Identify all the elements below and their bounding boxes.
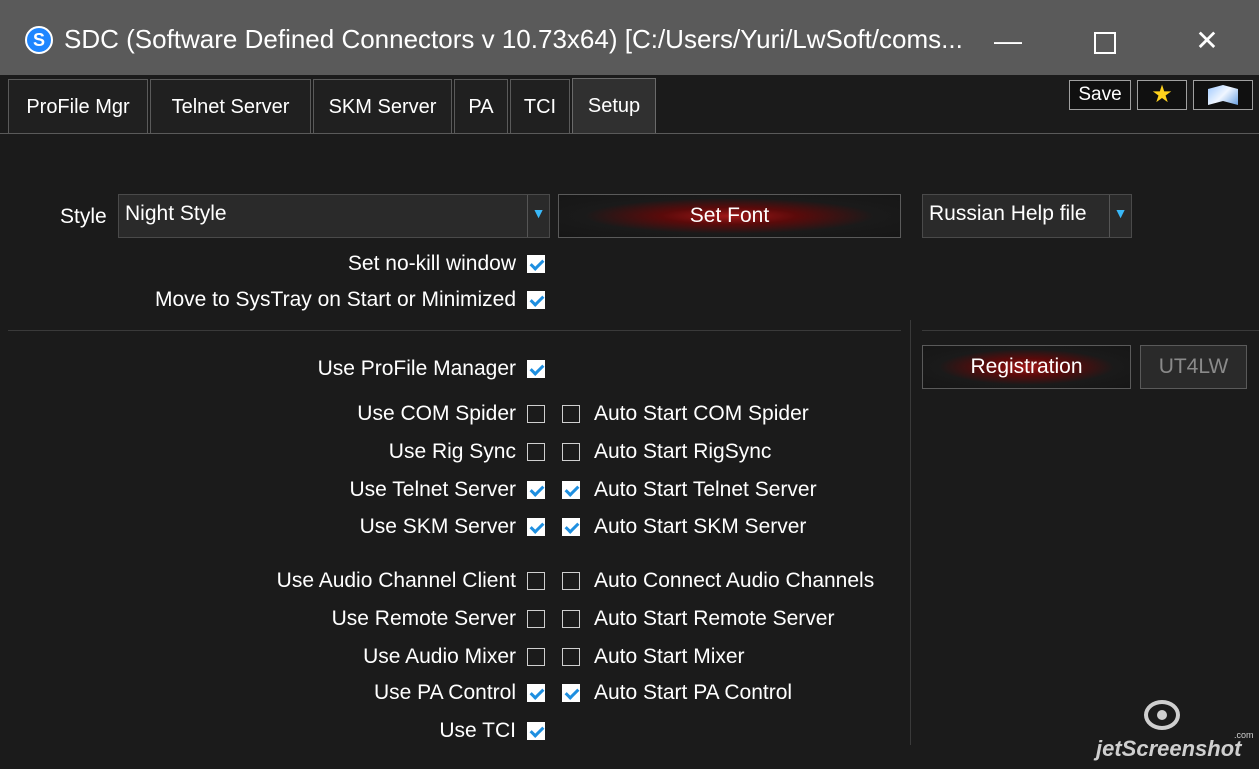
help-file-select-value: Russian Help file — [929, 202, 1087, 225]
auto-start-pa-control-checkbox[interactable] — [562, 684, 580, 702]
use-pa-control-label: Use PA Control — [373, 681, 516, 704]
use-tci-checkbox[interactable] — [527, 722, 545, 740]
maximize-button[interactable] — [1073, 16, 1137, 66]
tab-setup[interactable]: Setup — [572, 78, 656, 134]
no-kill-label: Set no-kill window — [347, 252, 516, 275]
style-select-value: Night Style — [125, 202, 227, 225]
set-font-button[interactable]: Set Font — [558, 194, 901, 238]
book-icon — [1208, 85, 1238, 105]
no-kill-checkbox[interactable] — [527, 255, 545, 273]
title-bar: S SDC (Software Defined Connectors v 10.… — [0, 0, 1259, 75]
star-icon: ★ — [1151, 81, 1173, 108]
maximize-icon — [1094, 31, 1116, 54]
style-label: Style — [60, 205, 107, 228]
section-divider — [922, 330, 1259, 331]
use-telnet-server-checkbox[interactable] — [527, 481, 545, 499]
use-remote-server-checkbox[interactable] — [527, 610, 545, 628]
auto-start-rigsync-label: Auto Start RigSync — [594, 440, 772, 463]
chevron-down-icon[interactable]: ▼ — [1109, 195, 1131, 237]
use-skm-server-checkbox[interactable] — [527, 518, 545, 536]
minimize-button[interactable]: — — [976, 16, 1040, 66]
tab-pa[interactable]: PA — [454, 79, 508, 133]
auto-start-remote-server-checkbox[interactable] — [562, 610, 580, 628]
tab-telnet-server[interactable]: Telnet Server — [150, 79, 311, 133]
use-com-spider-checkbox[interactable] — [527, 405, 545, 423]
auto-start-pa-control-label: Auto Start PA Control — [594, 681, 793, 704]
auto-connect-audio-channels-label: Auto Connect Audio Channels — [594, 569, 875, 592]
window-title: SDC (Software Defined Connectors v 10.73… — [64, 24, 963, 54]
use-rig-sync-checkbox[interactable] — [527, 443, 545, 461]
auto-start-mixer-label: Auto Start Mixer — [594, 645, 745, 668]
use-telnet-server-label: Use Telnet Server — [349, 478, 516, 501]
registration-button[interactable]: Registration — [922, 345, 1131, 389]
auto-start-com-spider-checkbox[interactable] — [562, 405, 580, 423]
auto-connect-audio-channels-checkbox[interactable] — [562, 572, 580, 590]
auto-start-com-spider-label: Auto Start COM Spider — [594, 402, 809, 425]
close-button[interactable]: ✕ — [1175, 16, 1239, 66]
column-divider — [910, 320, 911, 745]
favorite-button[interactable]: ★ — [1137, 80, 1187, 110]
use-audio-channel-client-checkbox[interactable] — [527, 572, 545, 590]
use-pa-control-checkbox[interactable] — [527, 684, 545, 702]
use-skm-server-label: Use SKM Server — [359, 515, 516, 538]
use-audio-channel-client-label: Use Audio Channel Client — [276, 569, 516, 592]
tab-profile-mgr[interactable]: ProFile Mgr — [8, 79, 148, 133]
watermark-text: jetScreenshot — [1096, 736, 1242, 761]
section-divider — [8, 330, 901, 331]
tab-tci[interactable]: TCI — [510, 79, 570, 133]
systray-label: Move to SysTray on Start or Minimized — [155, 288, 516, 311]
auto-start-telnet-server-checkbox[interactable] — [562, 481, 580, 499]
profile-manager-label: Use ProFile Manager — [317, 357, 516, 380]
auto-start-rigsync-checkbox[interactable] — [562, 443, 580, 461]
help-file-select[interactable]: Russian Help file ▼ — [922, 194, 1132, 238]
style-select[interactable]: Night Style ▼ — [118, 194, 550, 238]
app-icon[interactable]: S — [25, 26, 53, 54]
watermark-logo-icon — [1144, 700, 1180, 730]
callsign-field[interactable]: UT4LW — [1140, 345, 1247, 389]
use-rig-sync-label: Use Rig Sync — [388, 440, 516, 463]
chevron-down-icon[interactable]: ▼ — [527, 195, 549, 237]
use-audio-mixer-checkbox[interactable] — [527, 648, 545, 666]
auto-start-skm-server-label: Auto Start SKM Server — [594, 515, 807, 538]
help-book-button[interactable] — [1193, 80, 1253, 110]
use-remote-server-label: Use Remote Server — [331, 607, 516, 630]
watermark: .com jetScreenshot — [1096, 700, 1254, 765]
use-audio-mixer-label: Use Audio Mixer — [363, 645, 516, 668]
auto-start-telnet-server-label: Auto Start Telnet Server — [594, 478, 817, 501]
auto-start-skm-server-checkbox[interactable] — [562, 518, 580, 536]
save-button[interactable]: Save — [1069, 80, 1131, 110]
auto-start-mixer-checkbox[interactable] — [562, 648, 580, 666]
use-com-spider-label: Use COM Spider — [357, 402, 516, 425]
use-tci-label: Use TCI — [439, 719, 516, 742]
profile-manager-checkbox[interactable] — [527, 360, 545, 378]
auto-start-remote-server-label: Auto Start Remote Server — [594, 607, 835, 630]
systray-checkbox[interactable] — [527, 291, 545, 309]
tab-skm-server[interactable]: SKM Server — [313, 79, 452, 133]
